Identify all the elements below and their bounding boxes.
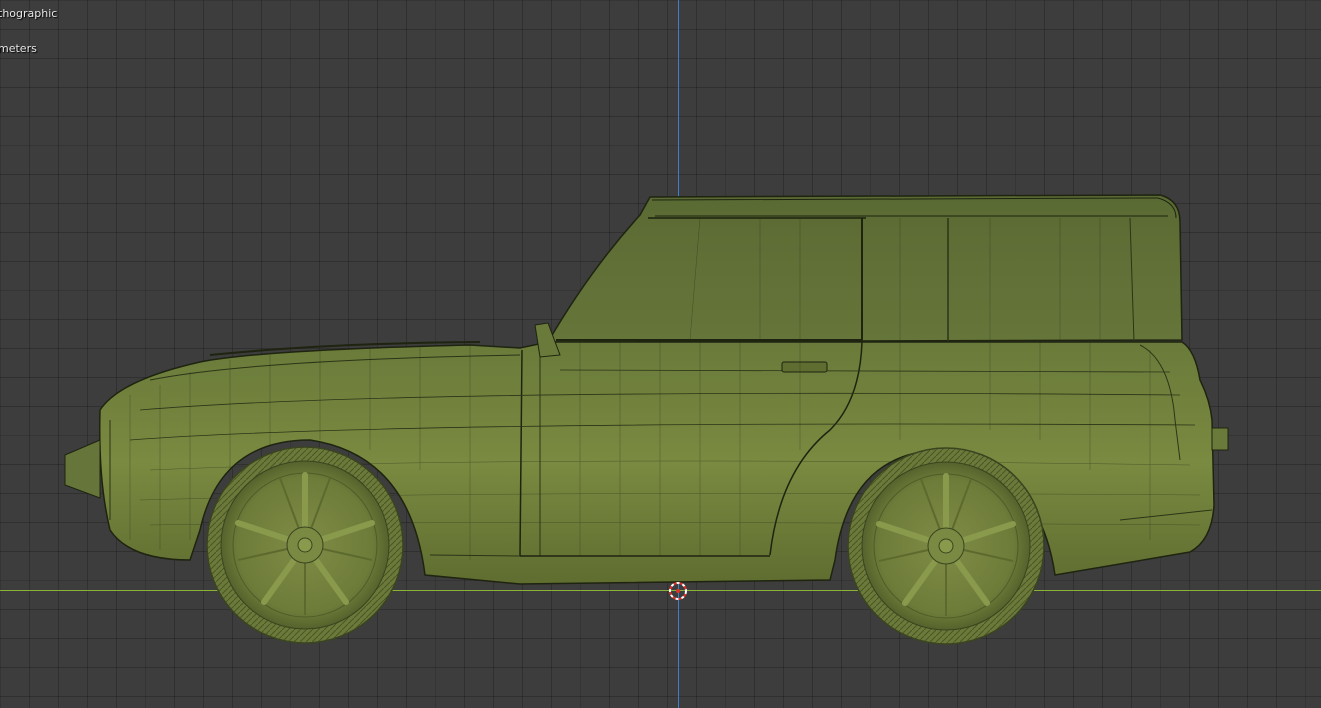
3d-viewport[interactable]: thographic meters — [0, 0, 1321, 708]
unit-scale-label: meters — [0, 42, 37, 55]
rear-wheel — [847, 447, 1045, 645]
3d-cursor-icon[interactable] — [668, 581, 688, 601]
front-wheel — [206, 446, 404, 644]
view-name-label: thographic — [0, 7, 58, 20]
car-cabin — [546, 194, 1183, 343]
suv-car-model[interactable] — [0, 0, 1321, 708]
